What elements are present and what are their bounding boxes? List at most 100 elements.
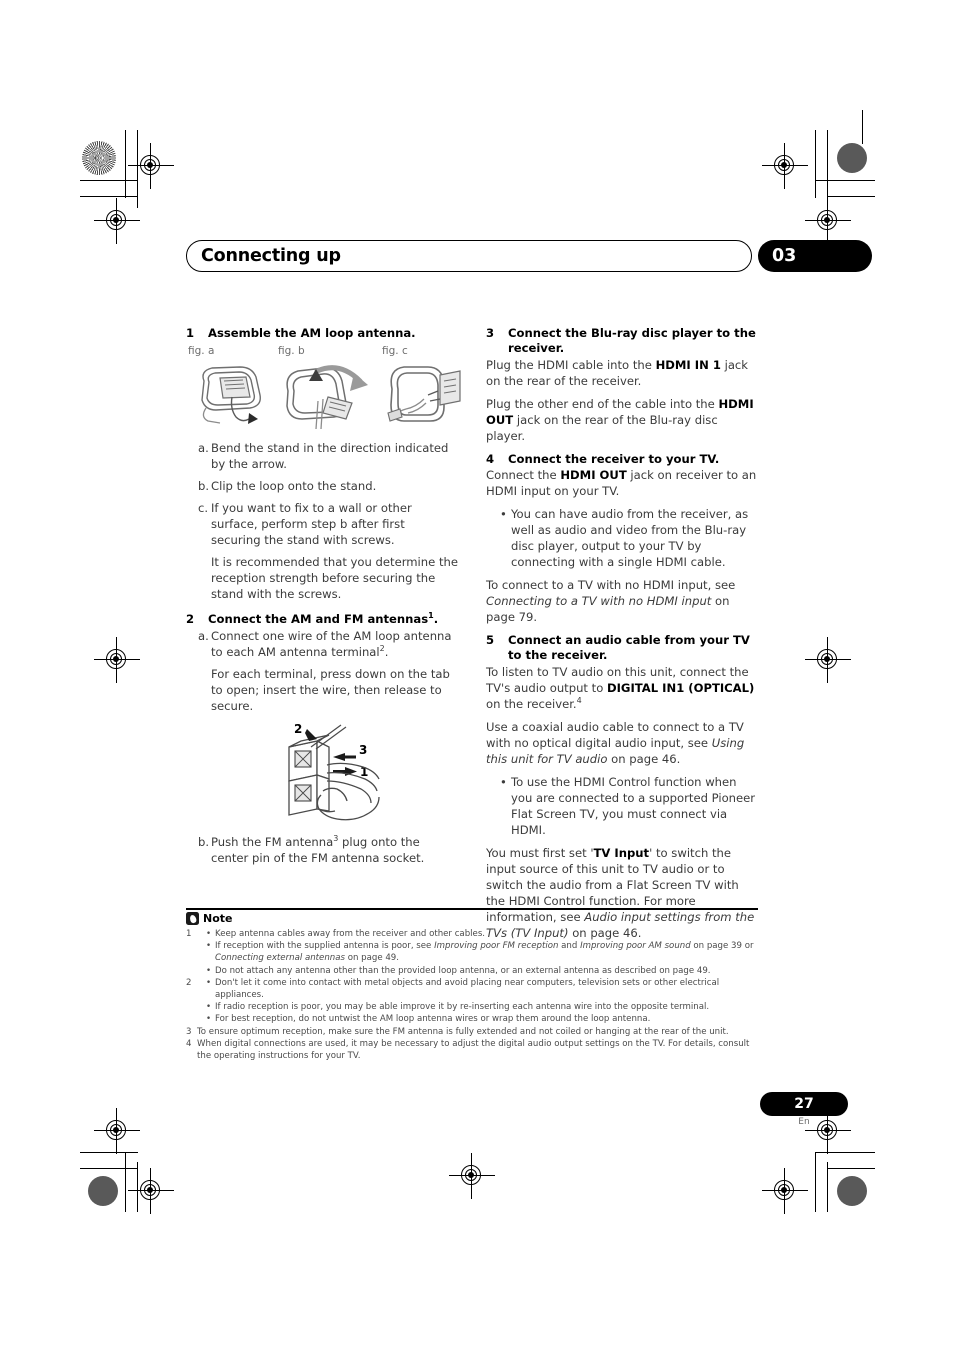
step-2-title-period: . — [433, 612, 439, 627]
footnote-2-line-2-text: If radio reception is poor, you may be a… — [215, 1002, 710, 1013]
hdmi-in-1-label: HDMI IN 1 — [655, 357, 721, 372]
step-4-title: Connect the receiver to your TV. — [508, 451, 720, 466]
note-heading: Note — [186, 912, 232, 925]
footnote-1-line-2-a: If reception with the supplied antenna i… — [215, 941, 435, 952]
step-1-item-a: a. Bend the stand in the direction indica… — [186, 441, 458, 473]
step-3-heading: 3 Connect the Blu-ray disc player to the … — [486, 326, 758, 357]
step-1-item-a-label: a. — [198, 441, 209, 456]
crop-line-br-v1 — [815, 1152, 817, 1212]
svg-text:3: 3 — [359, 743, 367, 757]
crosshair-bottom-left-inner — [128, 1168, 174, 1214]
footnote-4-body: When digital connections are used, it ma… — [197, 1038, 750, 1062]
footnote-1-line-3: • Do not attach any antenna other than th… — [197, 965, 766, 977]
footnote-2-line-3: • For best reception, do not untwist the … — [197, 1013, 766, 1025]
page-title: Connecting up — [201, 246, 341, 266]
step-4-p2-part-a: To connect to a TV with no HDMI input, s… — [486, 578, 736, 593]
step-2-item-a-note: For each terminal, press down on the tab… — [211, 666, 450, 713]
step-1-item-c-text: If you want to fix to a wall or other su… — [211, 501, 412, 548]
tv-input-label: TV Input — [593, 845, 650, 860]
step-5-p3-part-a: You must first set ' — [486, 845, 594, 860]
crop-line-br-v2 — [827, 1162, 829, 1212]
crop-line-br-h1 — [815, 1152, 875, 1154]
crop-line-tl-v1 — [125, 130, 127, 198]
footnote-1-line-3-text: Do not attach any antenna other than the… — [215, 965, 711, 976]
right-column: 3 Connect the Blu-ray disc player to the … — [486, 326, 758, 949]
step-1-item-b-text: Clip the loop onto the stand. — [211, 479, 377, 494]
step-3-paragraph-1: Plug the HDMI cable into the HDMI IN 1 j… — [486, 358, 758, 390]
step-2-item-a: a. Connect one wire of the AM loop antenn… — [186, 629, 458, 661]
step-1-item-c-label: c. — [198, 501, 209, 516]
footnote-1-number: 1 — [186, 929, 192, 939]
crosshair-top-right-inner — [762, 143, 808, 189]
step-2-heading: 2 Connect the AM and FM antennas1. — [186, 612, 458, 627]
footnote-4-number: 4 — [186, 1038, 192, 1049]
crop-line-tr-v1 — [815, 130, 817, 198]
note-label: Note — [203, 912, 233, 925]
step-1-item-a-text: Bend the stand in the direction indicate… — [211, 441, 449, 472]
step-2-title-text: Connect the AM and FM antennas — [208, 612, 429, 627]
step-3-title: Connect the Blu-ray disc player to the r… — [508, 326, 756, 356]
footnote-2-line-1-text: Don't let it come into contact with meta… — [215, 977, 720, 1001]
chapter-header-bar: Connecting up — [186, 240, 752, 272]
step-5-bullet-1-text: To use the HDMI Control function when yo… — [511, 774, 756, 837]
bullet-dot-icon: • — [206, 1002, 212, 1013]
step-2-item-a-text: Connect one wire of the AM loop antenna … — [211, 628, 452, 659]
crosshair-left-lower — [94, 1108, 140, 1154]
crosshair-right-upper — [805, 198, 851, 244]
note-pen-icon — [186, 912, 199, 925]
footnotes-block: 1 • Keep antenna cables away from the rec… — [186, 928, 766, 1062]
step-4-bullet-1-text: You can have audio from the receiver, as… — [511, 507, 749, 570]
note-divider-rule — [186, 908, 758, 911]
am-loop-antenna-figure-row: fig. a fig. b fig. c — [186, 345, 461, 435]
cross-ref-improving-am: Improving poor AM sound — [580, 941, 691, 952]
step-2-item-b: b. Push the FM antenna3 plug onto the cen… — [186, 834, 458, 867]
footnote-2-line-1: • Don't let it come into contact with met… — [197, 977, 766, 1001]
crop-line-tl-h1 — [80, 180, 138, 182]
step-5-number: 5 — [486, 633, 495, 647]
step-1-item-c: c. If you want to fix to a wall or other … — [186, 501, 458, 549]
step-2-item-a-period: . — [384, 644, 389, 659]
step-3-paragraph-2: Plug the other end of the cable into the… — [486, 397, 758, 445]
footnote-3-body: To ensure optimum reception, make sure t… — [197, 1026, 729, 1037]
bullet-dot-icon: • — [500, 507, 507, 522]
crosshair-top-left-inner — [128, 143, 174, 189]
digital-in1-optical-label: DIGITAL IN1 (OPTICAL) — [607, 680, 755, 695]
footnote-1-line-2: • If reception with the supplied antenna … — [197, 940, 766, 964]
step-1-item-b-label: b. — [198, 479, 210, 494]
crosshair-bottom-right-inner — [762, 1168, 808, 1214]
am-loop-antenna-fig-a — [186, 361, 274, 435]
bullet-dot-icon: • — [206, 965, 212, 976]
star-target-top-left — [82, 141, 116, 175]
crosshair-left-upper — [94, 198, 140, 244]
bullet-dot-icon: • — [206, 929, 212, 939]
crop-line-bl-v1 — [125, 1152, 127, 1212]
footnote-1-line-1-text: Keep antenna cables away from the receiv… — [215, 929, 486, 939]
crop-line-bl-h2 — [80, 1168, 138, 1170]
solid-target-bottom-left — [88, 1176, 118, 1206]
solid-target-bottom-right — [837, 1176, 867, 1206]
solid-target-top-right — [837, 143, 867, 173]
step-5-heading: 5 Connect an audio cable from your TV to … — [486, 633, 758, 664]
cross-ref-improving-fm: Improving poor FM reception — [434, 941, 559, 952]
bullet-dot-icon: • — [206, 977, 212, 988]
step-5-p2-part-a: Use a coaxial audio cable to connect to … — [486, 719, 744, 750]
bullet-dot-icon: • — [206, 941, 212, 952]
footnote-2-line-3-text: For best reception, do not untwist the A… — [215, 1014, 651, 1025]
step-3-p2-part-c: jack on the rear of the Blu-ray disc pla… — [486, 412, 718, 443]
step-2-item-b-label: b. — [198, 834, 210, 849]
step-5-paragraph-2: Use a coaxial audio cable to connect to … — [486, 720, 758, 768]
step-3-p1-part-a: Plug the HDMI cable into the — [486, 357, 656, 372]
footnote-1-line-1: • Keep antenna cables away from the recei… — [197, 928, 766, 940]
page-language-code: En — [798, 1117, 810, 1127]
am-antenna-terminal-figure: 2 3 1 — [271, 721, 446, 829]
step-2-item-b-text-before: Push the FM antenna — [211, 834, 334, 849]
footnote-1-body: • Keep antenna cables away from the recei… — [197, 928, 766, 977]
chapter-number-badge: 03 — [758, 240, 872, 272]
left-column: 1 Assemble the AM loop antenna. fig. a fi… — [186, 326, 461, 873]
step-4-number: 4 — [486, 451, 495, 466]
step-5-paragraph-1: To listen to TV audio on this unit, conn… — [486, 665, 758, 713]
page-number-badge: 27 — [760, 1092, 848, 1116]
footnote-2: 2 • Don't let it come into contact with m… — [186, 977, 766, 1026]
footnote-3: 3 To ensure optimum reception, make sure… — [186, 1026, 766, 1038]
footnote-3-number: 3 — [186, 1026, 192, 1037]
